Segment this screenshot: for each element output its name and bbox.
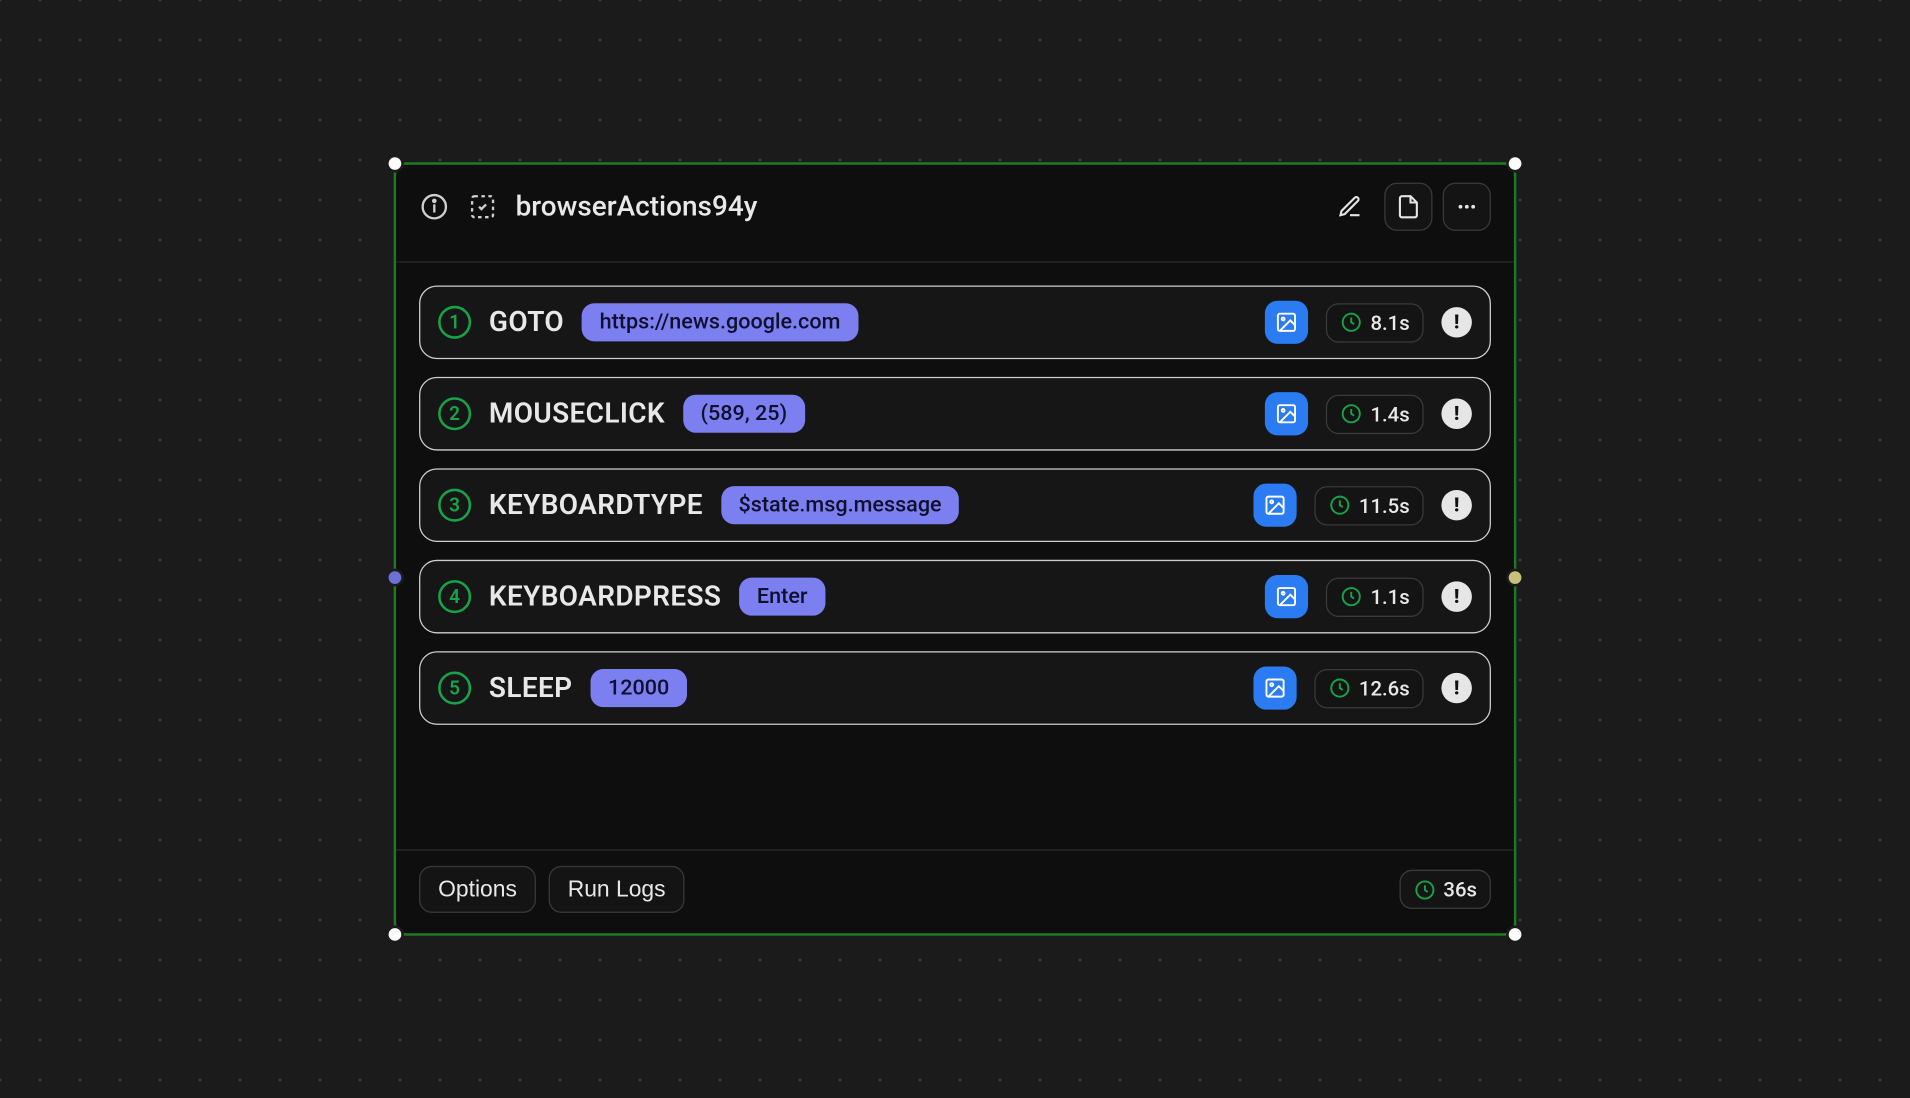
resize-handle-top-left[interactable] — [386, 155, 404, 173]
screenshot-icon[interactable] — [1265, 392, 1308, 435]
info-icon[interactable] — [419, 191, 449, 221]
action-row[interactable]: 5 SLEEP 12000 12.6s ! — [419, 651, 1491, 725]
screenshot-icon[interactable] — [1265, 301, 1308, 344]
step-number: 4 — [438, 580, 471, 613]
step-number: 1 — [438, 306, 471, 339]
action-panel: browserActions94y 1 GOTO — [396, 165, 1514, 933]
duration-badge: 12.6s — [1314, 668, 1423, 707]
input-port[interactable] — [386, 569, 404, 587]
warning-icon[interactable]: ! — [1441, 399, 1471, 429]
warning-icon[interactable]: ! — [1441, 307, 1471, 337]
options-button[interactable]: Options — [419, 866, 536, 913]
total-duration-badge: 36s — [1399, 870, 1491, 909]
node-selection-frame[interactable]: browserActions94y 1 GOTO — [394, 162, 1517, 935]
duration-value: 8.1s — [1370, 310, 1409, 334]
resize-handle-bottom-right[interactable] — [1506, 926, 1524, 944]
selection-icon — [467, 191, 497, 221]
file-button[interactable] — [1384, 183, 1432, 231]
action-name: SLEEP — [489, 672, 573, 704]
actions-list: 1 GOTO https://news.google.com 8.1s ! 2 — [396, 263, 1514, 748]
panel-title: browserActions94y — [516, 191, 1308, 223]
warning-icon[interactable]: ! — [1441, 673, 1471, 703]
duration-badge: 11.5s — [1314, 486, 1423, 525]
action-argument: $state.msg.message — [721, 486, 960, 524]
more-button[interactable] — [1443, 183, 1491, 231]
total-duration-value: 36s — [1443, 877, 1477, 901]
output-port[interactable] — [1506, 569, 1524, 587]
resize-handle-top-right[interactable] — [1506, 155, 1524, 173]
header-actions — [1326, 183, 1491, 231]
duration-value: 12.6s — [1359, 676, 1410, 700]
action-argument: Enter — [739, 578, 825, 616]
step-number: 5 — [438, 672, 471, 705]
action-row[interactable]: 2 MOUSECLICK (589, 25) 1.4s ! — [419, 377, 1491, 451]
step-number: 3 — [438, 489, 471, 522]
action-name: GOTO — [489, 306, 564, 338]
duration-value: 1.1s — [1370, 585, 1409, 609]
resize-handle-bottom-left[interactable] — [386, 926, 404, 944]
panel-header: browserActions94y — [396, 165, 1514, 263]
panel-footer: Options Run Logs 36s — [396, 849, 1514, 933]
action-argument: (589, 25) — [683, 395, 805, 433]
duration-badge: 1.4s — [1326, 394, 1424, 433]
screenshot-icon[interactable] — [1253, 484, 1296, 527]
warning-icon[interactable]: ! — [1441, 581, 1471, 611]
action-name: KEYBOARDPRESS — [489, 581, 721, 613]
action-name: KEYBOARDTYPE — [489, 489, 703, 521]
duration-value: 1.4s — [1370, 402, 1409, 426]
duration-badge: 8.1s — [1326, 303, 1424, 342]
duration-badge: 1.1s — [1326, 577, 1424, 616]
warning-icon[interactable]: ! — [1441, 490, 1471, 520]
action-argument: https://news.google.com — [582, 303, 858, 341]
run-logs-button[interactable]: Run Logs — [549, 866, 685, 913]
step-number: 2 — [438, 397, 471, 430]
duration-value: 11.5s — [1359, 493, 1410, 517]
screenshot-icon[interactable] — [1253, 666, 1296, 709]
edit-button[interactable] — [1326, 183, 1374, 231]
action-argument: 12000 — [590, 669, 687, 707]
action-name: MOUSECLICK — [489, 398, 665, 430]
action-row[interactable]: 3 KEYBOARDTYPE $state.msg.message 11.5s … — [419, 468, 1491, 542]
action-row[interactable]: 4 KEYBOARDPRESS Enter 1.1s ! — [419, 560, 1491, 634]
action-row[interactable]: 1 GOTO https://news.google.com 8.1s ! — [419, 285, 1491, 359]
screenshot-icon[interactable] — [1265, 575, 1308, 618]
